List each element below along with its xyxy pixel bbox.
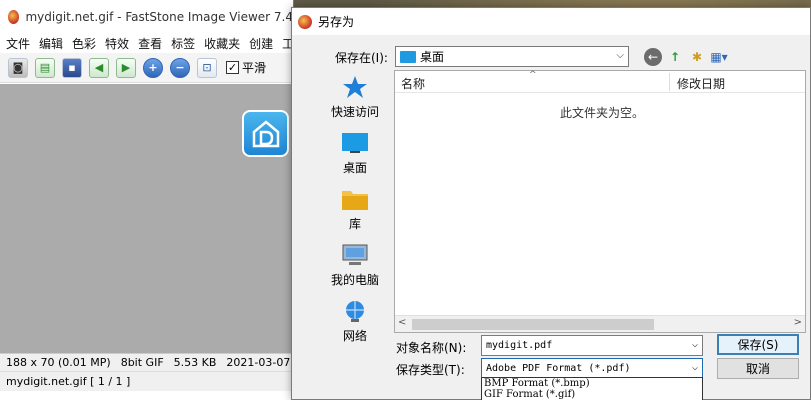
menu-effects[interactable]: 特效 bbox=[105, 35, 129, 52]
star-icon bbox=[341, 75, 369, 99]
faststone-app-icon bbox=[8, 9, 20, 24]
image-thumbnail-logo bbox=[242, 110, 289, 157]
menu-create[interactable]: 创建 bbox=[249, 35, 273, 52]
desktop-folder-icon bbox=[400, 50, 416, 63]
filetype-option[interactable]: BMP Format (*.bmp) bbox=[482, 378, 702, 389]
zoom-out-icon[interactable]: − bbox=[170, 57, 190, 78]
save-as-dialog: 另存为 保存在(I): 桌面 ⌵ ← ↑ ✱ ▦▾ 快速访问 桌面 库 我的电脑… bbox=[291, 7, 811, 400]
viewer-titlebar: mydigit.net.gif - FastStone Image Viewer… bbox=[0, 0, 293, 33]
empty-folder-message: 此文件夹为空。 bbox=[560, 106, 645, 120]
save-in-value: 桌面 bbox=[420, 50, 445, 64]
menu-tags[interactable]: 标签 bbox=[171, 35, 195, 52]
network-icon bbox=[341, 299, 369, 323]
places-bar: 快速访问 桌面 库 我的电脑 网络 bbox=[319, 75, 391, 351]
column-name[interactable]: 名称 bbox=[401, 75, 425, 92]
viewer-pathbar: mydigit.net.gif [ 1 / 1 ] bbox=[0, 371, 293, 391]
save-button[interactable]: 保存(S) bbox=[717, 334, 799, 355]
up-folder-icon[interactable]: ↑ bbox=[666, 48, 684, 66]
menu-file[interactable]: 文件 bbox=[6, 35, 30, 52]
actual-size-icon[interactable]: ⊡ bbox=[197, 57, 217, 78]
place-desktop[interactable]: 桌面 bbox=[319, 131, 391, 183]
menu-color[interactable]: 色彩 bbox=[72, 35, 96, 52]
filetype-dropdown[interactable]: Adobe PDF Format (*.pdf) ⌵ bbox=[481, 358, 703, 379]
viewer-title: mydigit.net.gif - FastStone Image Viewer… bbox=[25, 9, 293, 24]
faststone-app-icon bbox=[298, 14, 312, 29]
forward-icon[interactable]: ▶ bbox=[116, 57, 136, 78]
filename-label: 对象名称(N): bbox=[396, 341, 467, 355]
place-label: 库 bbox=[348, 217, 361, 231]
menu-edit[interactable]: 编辑 bbox=[39, 35, 63, 52]
open-folder-icon[interactable]: ▤ bbox=[35, 57, 55, 78]
scroll-thumb[interactable] bbox=[412, 319, 654, 330]
back-icon[interactable]: ◀ bbox=[89, 57, 109, 78]
chevron-down-icon: ⌵ bbox=[616, 50, 624, 61]
place-label: 我的电脑 bbox=[330, 273, 379, 287]
viewer-statusbar: 188 x 70 (0.01 MP) 8bit GIF 5.53 KB 2021… bbox=[0, 353, 343, 371]
filetype-value: Adobe PDF Format (*.pdf) bbox=[486, 363, 631, 374]
filename-value: mydigit.pdf bbox=[486, 340, 553, 351]
place-label: 网络 bbox=[342, 329, 367, 343]
back-icon[interactable]: ← bbox=[644, 48, 662, 66]
status-dimensions: 188 x 70 (0.01 MP) bbox=[6, 356, 111, 369]
filename-input[interactable]: mydigit.pdf ⌵ bbox=[481, 335, 703, 356]
camera-icon[interactable]: ◙ bbox=[8, 57, 28, 78]
library-icon bbox=[341, 187, 369, 211]
smooth-toggle[interactable]: ✓ 平滑 bbox=[226, 59, 266, 76]
place-label: 快速访问 bbox=[330, 105, 379, 119]
save-in-dropdown[interactable]: 桌面 ⌵ bbox=[395, 46, 629, 67]
zoom-in-icon[interactable]: + bbox=[143, 57, 163, 78]
cancel-button[interactable]: 取消 bbox=[717, 358, 799, 379]
menu-view[interactable]: 查看 bbox=[138, 35, 162, 52]
dialog-nav-toolbar: ← ↑ ✱ ▦▾ bbox=[644, 48, 728, 66]
place-label: 桌面 bbox=[342, 161, 367, 175]
place-network[interactable]: 网络 bbox=[319, 299, 391, 351]
filetype-label: 保存类型(T): bbox=[396, 363, 465, 377]
column-modified[interactable]: 修改日期 bbox=[677, 75, 725, 92]
save-icon[interactable]: ▪ bbox=[62, 57, 82, 78]
file-list[interactable]: ^ 名称 修改日期 此文件夹为空。 < > bbox=[394, 70, 806, 333]
sort-caret-icon: ^ bbox=[529, 70, 537, 80]
menu-favorites[interactable]: 收藏夹 bbox=[204, 35, 240, 52]
path-info: mydigit.net.gif [ 1 / 1 ] bbox=[6, 375, 131, 388]
desktop-icon bbox=[341, 131, 369, 155]
horizontal-scrollbar[interactable]: < > bbox=[395, 315, 805, 332]
dialog-titlebar: 另存为 bbox=[292, 8, 810, 35]
place-quick-access[interactable]: 快速访问 bbox=[319, 75, 391, 127]
status-format: 8bit GIF bbox=[120, 356, 164, 369]
place-library[interactable]: 库 bbox=[319, 187, 391, 239]
file-list-header: ^ 名称 修改日期 bbox=[395, 70, 805, 93]
dialog-title: 另存为 bbox=[318, 15, 355, 29]
filetype-option[interactable]: GIF Format (*.gif) bbox=[482, 389, 702, 400]
viewer-menubar: 文件 编辑 色彩 特效 查看 标签 收藏夹 创建 工具 bbox=[0, 33, 306, 53]
chevron-down-icon: ⌵ bbox=[691, 339, 698, 350]
image-viewer-window: mydigit.net.gif - FastStone Image Viewer… bbox=[0, 0, 343, 400]
chevron-down-icon: ⌵ bbox=[691, 362, 698, 373]
new-folder-icon[interactable]: ✱ bbox=[688, 48, 706, 66]
smooth-checkbox[interactable]: ✓ bbox=[226, 61, 239, 74]
view-menu-icon[interactable]: ▦▾ bbox=[710, 48, 728, 66]
column-divider[interactable] bbox=[669, 73, 670, 91]
status-size: 5.53 KB bbox=[173, 356, 217, 369]
scroll-left-icon[interactable]: < bbox=[398, 317, 406, 328]
scroll-right-icon[interactable]: > bbox=[794, 317, 802, 328]
smooth-label: 平滑 bbox=[242, 61, 267, 75]
save-in-label: 保存在(I): bbox=[335, 51, 388, 65]
filetype-options-list: BMP Format (*.bmp) GIF Format (*.gif) bbox=[481, 377, 703, 400]
computer-icon bbox=[341, 243, 369, 267]
viewer-toolbar: ◙ ▤ ▪ ◀ ▶ + − ⊡ ✓ 平滑 bbox=[0, 53, 293, 83]
house-d-icon bbox=[252, 119, 279, 147]
place-computer[interactable]: 我的电脑 bbox=[319, 243, 391, 295]
